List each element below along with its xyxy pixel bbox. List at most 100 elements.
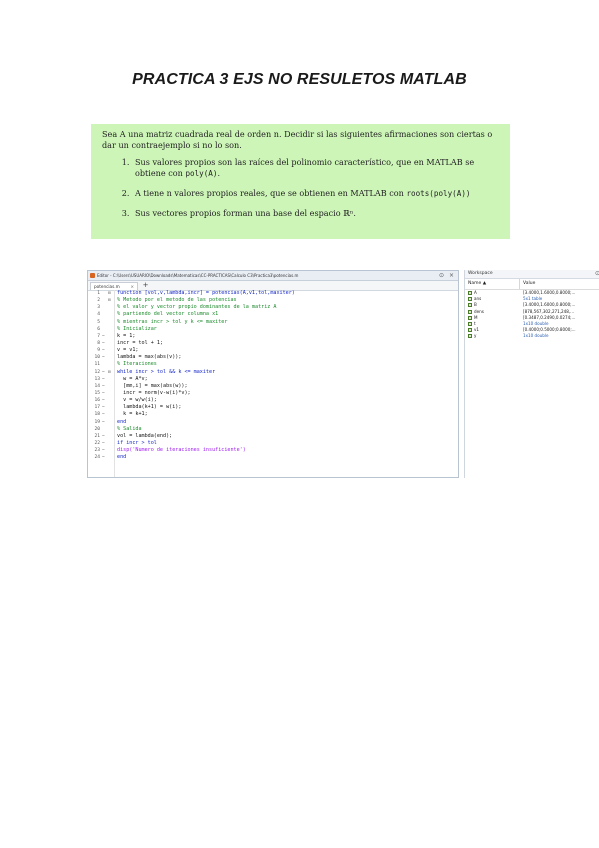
code-line[interactable]: 21− vol = lambda(end); (88, 433, 458, 440)
line-number: 12 (94, 369, 100, 375)
workspace-menu-icon[interactable]: ⊙ (595, 270, 599, 278)
breakpoint-marker[interactable]: − (102, 404, 106, 411)
code-line[interactable]: 5 % mientras incr > tol y k <= maxiter (88, 319, 458, 326)
code-line[interactable]: 13− w = A*v; (88, 376, 458, 383)
tab-label: potencias.m (94, 284, 120, 289)
code-text: while incr > tol && k <= maxiter (117, 368, 216, 375)
code-text: % Inicializar (117, 325, 157, 332)
breakpoint-marker[interactable]: − (102, 419, 106, 426)
line-number: 9 (97, 348, 100, 354)
line-number: 22 (94, 440, 100, 446)
code-line[interactable]: 7− k = 1; (88, 333, 458, 340)
code-line[interactable]: 8− incr = tol + 1; (88, 340, 458, 347)
breakpoint-marker[interactable]: − (102, 354, 106, 361)
code-text: if incr > tol (117, 439, 157, 446)
code-line[interactable]: 16− v = w/w(i); (88, 397, 458, 404)
variable-icon (468, 297, 472, 302)
code-text: vol = lambda(end); (117, 432, 173, 439)
breakpoint-marker[interactable]: − (102, 440, 106, 447)
fold-toggle-icon[interactable]: ⊟ (108, 369, 113, 376)
line-number: 3 (97, 305, 100, 311)
breakpoint-marker[interactable]: − (102, 454, 106, 461)
line-number: 17 (94, 405, 100, 411)
variable-icon (468, 309, 472, 314)
code-text: % Iteraciones (117, 361, 157, 368)
code-text: lambda(k+1) = w(i); (117, 404, 182, 411)
workspace-title: Workspace (468, 271, 493, 276)
exercise-item-text: A tiene n valores propios reales, que se… (135, 188, 407, 198)
exercise-item: A tiene n valores propios reales, que se… (132, 188, 499, 199)
code-text: lambda = max(abs(v)); (117, 354, 182, 361)
new-tab-button[interactable]: + (141, 282, 150, 289)
code-line[interactable]: 18− k = k+1; (88, 411, 458, 418)
line-number: 1 (97, 291, 100, 296)
editor-title: Editor - C:\Users\USUARIO\Downloads\Mate… (97, 273, 299, 278)
code-line[interactable]: 24− end (88, 454, 458, 461)
column-header-name[interactable]: Name ▲ (468, 279, 486, 289)
code-line[interactable]: 11 % Iteraciones (88, 361, 458, 368)
code-line[interactable]: 19− end (88, 419, 458, 426)
breakpoint-marker[interactable]: − (102, 369, 106, 376)
line-number: 20 (94, 426, 100, 432)
code-text: incr = tol + 1; (117, 339, 164, 346)
tab-close-icon[interactable]: × (130, 283, 134, 290)
breakpoint-marker[interactable]: − (102, 447, 106, 454)
code-line[interactable]: 10− lambda = max(abs(v)); (88, 354, 458, 361)
code-line[interactable]: 12− ⊟ while incr > tol && k <= maxiter (88, 369, 458, 376)
code-text: function [vol,v,lambda,incr] = potencias… (117, 290, 295, 296)
exercise-item: Sus vectores propios forman una base del… (132, 208, 499, 219)
column-header-value[interactable]: Value (523, 279, 535, 289)
line-number: 24 (94, 455, 100, 461)
line-number: 23 (94, 448, 100, 454)
fold-toggle-icon[interactable]: ⊟ (108, 290, 113, 297)
editor-options-icon[interactable]: ⊙ (439, 271, 444, 280)
code-line[interactable]: 3 % el valor y vector propio dominantes d… (88, 304, 458, 311)
line-number: 4 (97, 312, 100, 318)
variable-icon (468, 334, 472, 339)
code-area[interactable]: 1 ⊟ function [vol,v,lambda,incr] = potenci… (88, 290, 458, 477)
breakpoint-marker[interactable]: − (102, 340, 106, 347)
variable-icon (468, 321, 472, 326)
page-title: PRACTICA 3 EJS NO RESULETOS MATLAB (132, 71, 467, 88)
workspace-panel: Workspace ⊙ Name ▲ Value A [3.4000,1.6000… (464, 270, 599, 478)
workspace-header: Name ▲ Value (465, 279, 599, 290)
code-line[interactable]: 2 ⊟ % Metodo por el metodo de las potencia… (88, 297, 458, 304)
exercise-item-suffix: . (217, 168, 221, 178)
code-line[interactable]: 22− if incr > tol (88, 440, 458, 447)
line-number: 10 (94, 355, 100, 361)
code-text: % mientras incr > tol y k <= maxiter (117, 318, 228, 325)
code-line[interactable]: 20 % Salida (88, 426, 458, 433)
fold-toggle-icon[interactable]: ⊟ (108, 297, 113, 304)
breakpoint-marker[interactable]: − (102, 376, 106, 383)
variable-name: y (474, 333, 477, 339)
workspace-variable-row[interactable]: y 1x10 double (465, 333, 599, 339)
breakpoint-marker[interactable]: − (102, 383, 106, 390)
breakpoint-marker[interactable]: − (102, 333, 106, 340)
code-line[interactable]: 14− [mm,i] = max(abs(w)); (88, 383, 458, 390)
code-line[interactable]: 4 % partiendo del vector columna x1 (88, 311, 458, 318)
editor-titlebar: Editor - C:\Users\USUARIO\Downloads\Mate… (88, 271, 458, 281)
breakpoint-marker[interactable]: − (102, 347, 106, 354)
line-number: 19 (94, 419, 100, 425)
line-number: 11 (94, 362, 100, 368)
tab-potencias[interactable]: potencias.m × (90, 282, 138, 290)
code-line[interactable]: 23− disp('Numero de iteraciones insuficie… (88, 447, 458, 454)
code-text: disp('Numero de iteraciones insuficiente… (117, 447, 246, 454)
breakpoint-marker[interactable]: − (102, 397, 106, 404)
column-separator[interactable] (519, 279, 520, 289)
workspace-titlebar: Workspace ⊙ (465, 270, 599, 279)
code-line[interactable]: 15− incr = norm(v-w(i)*v); (88, 390, 458, 397)
code-line[interactable]: 1 ⊟ function [vol,v,lambda,incr] = potenci… (88, 290, 458, 297)
editor-close-icon[interactable]: × (449, 271, 454, 280)
code-text: end (117, 418, 127, 425)
variable-icon (468, 328, 472, 333)
code-line[interactable]: 17− lambda(k+1) = w(i); (88, 404, 458, 411)
breakpoint-marker[interactable]: − (102, 433, 106, 440)
line-number: 15 (94, 390, 100, 396)
code-text: % Salida (117, 425, 142, 432)
breakpoint-marker[interactable]: − (102, 390, 106, 397)
code-line[interactable]: 9− v = v1; (88, 347, 458, 354)
breakpoint-marker[interactable]: − (102, 411, 106, 418)
line-number: 2 (97, 298, 100, 304)
code-line[interactable]: 6 % Inicializar (88, 326, 458, 333)
